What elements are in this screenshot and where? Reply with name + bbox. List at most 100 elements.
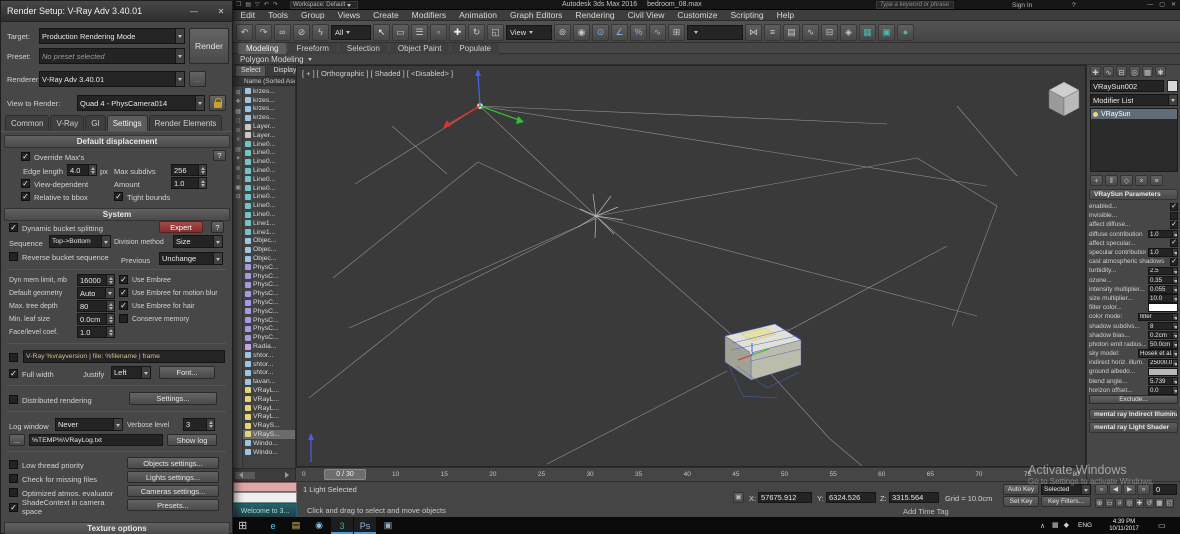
selection-set-dropdown[interactable]: Selected: [1041, 484, 1091, 495]
embree-motion-blur-checkbox[interactable]: ✓: [119, 288, 128, 297]
time-slider[interactable]: 0 / 30: [324, 469, 366, 480]
parameter-checkbox[interactable]: ✓: [1170, 203, 1178, 211]
explorer-item[interactable]: VRayS...: [243, 430, 295, 439]
toolbar-icon[interactable]: ⊞: [668, 24, 685, 41]
ribbon-tab[interactable]: Modeling: [238, 43, 286, 54]
explorer-item[interactable]: VRayL...: [243, 395, 295, 404]
toolbar-icon[interactable]: ∿: [649, 24, 666, 41]
presets-button[interactable]: Presets...: [127, 499, 219, 511]
explorer-tool-icon[interactable]: ≡: [234, 174, 242, 182]
spinner-icon[interactable]: [1172, 350, 1177, 357]
explorer-item[interactable]: PhysC...: [243, 316, 295, 325]
viewport-nav-button[interactable]: #: [1115, 498, 1124, 508]
viewport[interactable]: [ + ] [ Orthographic ] [ Shaded ] [ <Dis…: [296, 65, 1086, 467]
parameter-field[interactable]: 0.055: [1148, 285, 1178, 294]
stack-button[interactable]: ‖: [1105, 175, 1118, 186]
explorer-tool-icon[interactable]: ▦: [234, 108, 242, 116]
explorer-item[interactable]: Windo...: [243, 448, 295, 457]
explorer-item[interactable]: krzes...: [243, 96, 295, 105]
viewport-label[interactable]: [ + ] [ Orthographic ] [ Shaded ] [ <Dis…: [302, 69, 453, 78]
dynamic-bucket-checkbox[interactable]: ✓: [9, 223, 18, 232]
embree-hair-checkbox[interactable]: ✓: [119, 301, 128, 310]
parameter-field[interactable]: filter: [1138, 313, 1178, 322]
spinner-icon[interactable]: [106, 327, 114, 337]
stack-button[interactable]: +: [1090, 175, 1103, 186]
explorer-item[interactable]: Line0...: [243, 175, 295, 184]
spinner-icon[interactable]: [1172, 268, 1177, 275]
menu-item[interactable]: Customize: [671, 10, 724, 21]
menu-item[interactable]: Views: [331, 10, 367, 21]
ribbon-tab[interactable]: Populate: [451, 43, 499, 54]
spinner-icon[interactable]: [198, 165, 206, 175]
close-button[interactable]: ✕: [213, 4, 229, 18]
object-name-field[interactable]: VRaySun002: [1090, 80, 1164, 92]
playback-button[interactable]: »: [1137, 484, 1150, 495]
toolbar-icon[interactable]: ∞: [274, 24, 291, 41]
explorer-tool-icon[interactable]: ▣: [234, 184, 242, 192]
object-color-swatch[interactable]: [1167, 80, 1178, 92]
dr-settings-button[interactable]: Settings...: [129, 392, 217, 405]
ribbon-tab[interactable]: Object Paint: [390, 43, 450, 54]
explorer-tool-icon[interactable]: ▤: [234, 146, 242, 154]
toolbar-icon[interactable]: ▭: [392, 24, 409, 41]
explorer-item[interactable]: shtor...: [243, 360, 295, 369]
explorer-item[interactable]: Line1...: [243, 228, 295, 237]
explorer-item[interactable]: Layer...: [243, 131, 295, 140]
render-setup-tab[interactable]: Render Elements: [149, 115, 223, 131]
add-time-tag[interactable]: Add Time Tag: [903, 507, 949, 516]
tight-bounds-checkbox[interactable]: ✓: [114, 192, 123, 201]
menu-item[interactable]: Graph Editors: [503, 10, 568, 21]
log-window-dropdown[interactable]: Never: [55, 418, 123, 431]
explorer-item[interactable]: shtor...: [243, 351, 295, 360]
dyn-mem-field[interactable]: 16000: [77, 274, 115, 286]
explorer-item[interactable]: Line0...: [243, 193, 295, 202]
toolbar-icon[interactable]: ⊙: [592, 24, 609, 41]
stack-button[interactable]: ≡: [1150, 175, 1163, 186]
explorer-item[interactable]: PhysC...: [243, 263, 295, 272]
toolbar-icon[interactable]: ∠: [611, 24, 628, 41]
explorer-tool-icon[interactable]: ✚: [234, 98, 242, 106]
explorer-item[interactable]: Line0...: [243, 201, 295, 210]
viewport-nav-button[interactable]: ◱: [1165, 498, 1174, 508]
explorer-item[interactable]: tavan...: [243, 377, 295, 386]
cameras-settings-button[interactable]: Cameras settings...: [127, 485, 219, 497]
explorer-item[interactable]: Windo...: [243, 439, 295, 448]
explorer-item[interactable]: Objec...: [243, 245, 295, 254]
toolbar-icon[interactable]: ◈: [840, 24, 857, 41]
explorer-item[interactable]: Objec...: [243, 237, 295, 246]
explorer-tool-icon[interactable]: ✦: [234, 155, 242, 163]
explorer-item[interactable]: Line0...: [243, 184, 295, 193]
spinner-icon[interactable]: [1172, 277, 1177, 284]
quick-access-icon[interactable]: ❐: [236, 1, 241, 8]
parameter-field[interactable]: 5.739: [1148, 377, 1178, 386]
toolbar-icon[interactable]: ↻: [468, 24, 485, 41]
quick-access-icon[interactable]: ↷: [273, 1, 278, 8]
parameter-checkbox[interactable]: ✓: [1170, 221, 1178, 229]
explorer-item[interactable]: PhysC...: [243, 307, 295, 316]
command-panel-tab[interactable]: ⊟: [1116, 66, 1127, 77]
help-button[interactable]: ?: [213, 150, 226, 161]
modifier-list-dropdown[interactable]: Modifier List: [1090, 94, 1178, 106]
explorer-item[interactable]: VRayS...: [243, 421, 295, 430]
explorer-sort-header[interactable]: Name (Sorted Ascen...: [233, 76, 295, 86]
x-coordinate-field[interactable]: 57675.912: [758, 492, 812, 503]
spinner-icon[interactable]: [1172, 295, 1177, 302]
toolbar-icon[interactable]: ✚: [449, 24, 466, 41]
help-button[interactable]: ?: [211, 221, 224, 233]
explorer-item[interactable]: PhysC...: [243, 333, 295, 342]
quick-access-icon[interactable]: ↶: [264, 1, 269, 8]
explorer-item[interactable]: PhysC...: [243, 325, 295, 334]
spinner-icon[interactable]: [1172, 387, 1177, 394]
font-button[interactable]: Font...: [159, 366, 215, 379]
scroll-right-icon[interactable]: [285, 472, 292, 478]
conserve-memory-checkbox[interactable]: [119, 314, 128, 323]
target-dropdown[interactable]: Production Rendering Mode: [39, 28, 185, 44]
lights-settings-button[interactable]: Lights settings...: [127, 471, 219, 483]
auto-key-button[interactable]: Auto Key: [1003, 484, 1039, 495]
command-panel-tab[interactable]: ✚: [1090, 66, 1101, 77]
tray-icon[interactable]: ▦: [1052, 521, 1059, 529]
parameter-field[interactable]: 1.0: [1148, 230, 1178, 239]
preset-dropdown[interactable]: No preset selected: [39, 48, 185, 64]
render-setup-tab[interactable]: Common: [5, 115, 49, 131]
explorer-tab[interactable]: Select: [235, 65, 266, 76]
